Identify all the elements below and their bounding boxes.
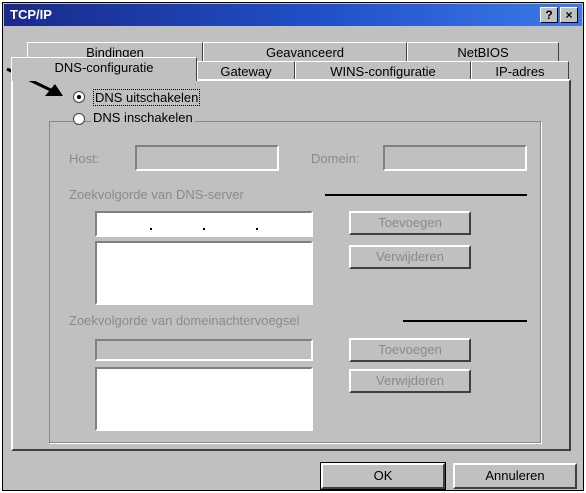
domain-suffix-input[interactable]	[95, 339, 313, 361]
dns-configuratie-panel: DNS uitschakelen DNS inschakelen Host: D…	[6, 67, 571, 451]
tab-wins-configuratie[interactable]: WINS-configuratie	[295, 61, 471, 81]
dns-enable-label[interactable]: DNS inschakelen	[91, 110, 195, 125]
domain-suffix-add-button[interactable]: Toevoegen	[349, 338, 471, 362]
help-button[interactable]: ?	[540, 7, 558, 23]
tab-dns-configuratie[interactable]: DNS-configuratie	[11, 57, 197, 81]
ok-button[interactable]: OK	[321, 463, 445, 489]
dns-disable-label[interactable]: DNS uitschakelen	[93, 89, 201, 106]
domain-input[interactable]	[383, 145, 527, 171]
dns-server-list[interactable]	[95, 241, 313, 305]
dns-disable-radio[interactable]	[73, 91, 85, 103]
window-title: TCP/IP	[10, 7, 52, 22]
tab-gateway[interactable]: Gateway	[197, 61, 295, 81]
domain-suffix-remove-button[interactable]: Verwijderen	[349, 369, 471, 393]
host-input[interactable]	[135, 145, 279, 171]
dns-server-order-label: Zoekvolgorde van DNS-server	[69, 187, 244, 202]
domain-suffix-list[interactable]	[95, 367, 313, 431]
dns-server-add-button[interactable]: Toevoegen	[349, 211, 471, 235]
close-button[interactable]: ×	[560, 7, 578, 23]
tcpip-dialog: TCP/IP ? × Bindingen Geavanceerd NetBIOS…	[2, 2, 584, 491]
divider	[403, 320, 527, 322]
tab-ip-adres[interactable]: IP-adres	[471, 61, 569, 81]
title-bar[interactable]: TCP/IP ? ×	[4, 4, 582, 26]
dns-server-remove-button[interactable]: Verwijderen	[349, 245, 471, 269]
divider	[325, 194, 527, 196]
tab-geavanceerd[interactable]: Geavanceerd	[203, 42, 407, 62]
dns-server-ip-input[interactable]	[95, 211, 313, 237]
domain-label: Domein:	[311, 151, 360, 166]
dns-enable-radio[interactable]	[73, 113, 85, 125]
cancel-button[interactable]: Annuleren	[453, 463, 577, 489]
domain-suffix-order-label: Zoekvolgorde van domeinachtervoegsel	[69, 313, 300, 328]
tab-netbios[interactable]: NetBIOS	[407, 42, 559, 62]
host-label: Host:	[69, 151, 100, 166]
